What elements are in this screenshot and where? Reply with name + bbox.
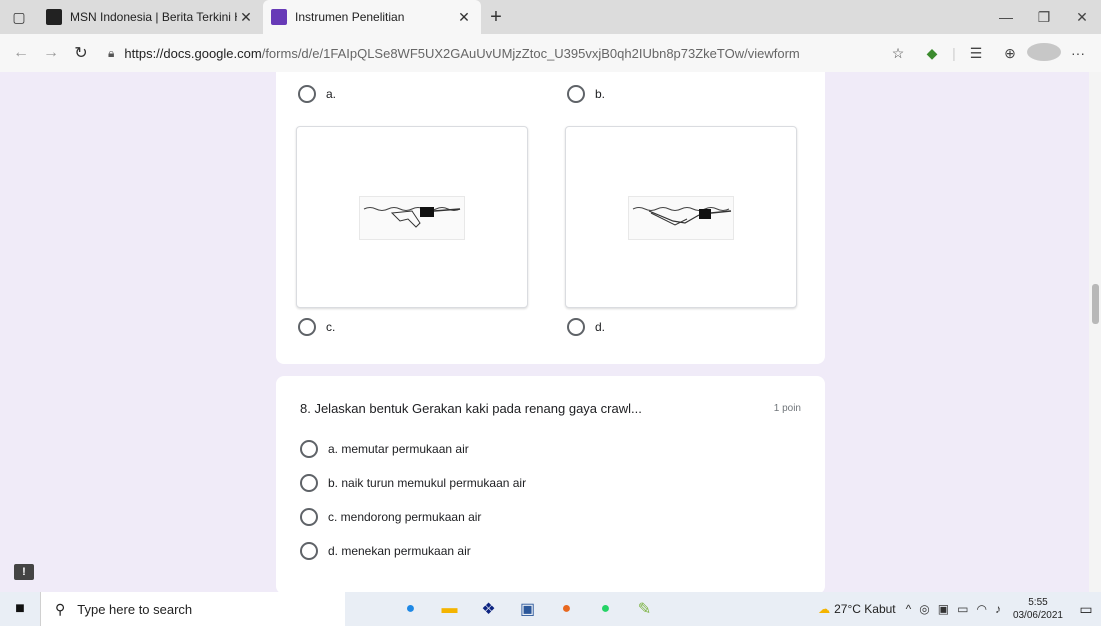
url-path: /forms/d/e/1FAIpQLSe8WF5UX2GAuUvUMjzZtoc… [261,45,800,61]
notification-icon[interactable]: ▭ [1071,601,1101,618]
taskbar: ■ ⚲ Type here to search ● ▬ ❖ ▣ ● ● ✎ ☁ … [0,592,1101,626]
option-label: c. [326,320,336,334]
browser-tools: ☆ ◆ | ☰ ⊕ ··· [881,42,1095,64]
divider: | [952,45,956,61]
radio-button[interactable] [567,85,585,103]
image-box-c [296,126,528,308]
option-a[interactable]: a. [298,85,336,103]
tab-actions-icon[interactable]: ▢ [0,0,38,34]
msn-icon [46,9,62,25]
more-icon[interactable]: ··· [1061,45,1095,61]
option-label: a. memutar permukaan air [328,442,469,456]
whatsapp-icon[interactable]: ● [586,600,625,618]
option-a[interactable]: a. memutar permukaan air [300,440,469,458]
option-label: b. [595,87,606,101]
clock[interactable]: 5:55 03/06/2021 [1013,596,1063,622]
option-b[interactable]: b. [567,85,605,103]
radio-button[interactable] [567,318,585,336]
word-icon[interactable]: ▣ [508,599,547,619]
paint-icon[interactable]: ✎ [625,599,664,619]
onedrive-icon[interactable]: ▣ [938,602,949,616]
option-label: d. [595,320,606,334]
page-viewport: a. b. c. d. 8. Jelaskan bentuk Gerakan k… [0,72,1101,592]
windows-start-icon[interactable]: ■ [0,600,40,618]
battery-icon[interactable]: ▭ [957,602,968,616]
radio-button[interactable] [300,474,318,492]
radio-button[interactable] [298,85,316,103]
browser-window: ▢ MSN Indonesia | Berita Terkini H ✕ Ins… [0,0,1101,626]
option-label: d. menekan permukaan air [328,544,471,558]
swimmer-image [359,196,465,240]
forms-icon [271,9,287,25]
wifi-icon[interactable]: ◠ [976,602,986,616]
meet-icon[interactable]: ◎ [919,602,929,616]
swimmer-image [628,196,734,240]
favorite-add-icon[interactable]: ☆ [881,45,915,62]
refresh-icon[interactable]: ↻ [66,43,96,63]
scrollbar[interactable] [1089,72,1101,592]
option-d[interactable]: d. [567,318,605,336]
option-b[interactable]: b. naik turun memukul permukaan air [300,474,526,492]
avatar [1027,42,1061,61]
tab-title: Instrumen Penelitian [295,10,405,24]
lock-icon: 🔒︎ [108,45,115,60]
question-8-card: 8. Jelaskan bentuk Gerakan kaki pada ren… [276,376,825,592]
address-bar: ← → ↻ 🔒︎ https://docs.google.com/forms/d… [0,34,1101,72]
close-tab-icon[interactable]: ✕ [455,9,473,26]
radio-button[interactable] [300,508,318,526]
tab-bar: ▢ MSN Indonesia | Berita Terkini H ✕ Ins… [0,0,1101,34]
option-label: c. mendorong permukaan air [328,510,482,524]
new-tab-button[interactable]: + [481,0,511,34]
close-window-icon[interactable]: ✕ [1063,0,1101,34]
scrollbar-thumb[interactable] [1092,284,1099,324]
option-label: a. [326,87,337,101]
weather-text[interactable]: 27°C Kabut [834,602,896,616]
radio-button[interactable] [300,440,318,458]
profile-avatar[interactable] [1027,42,1061,64]
option-c[interactable]: c. [298,318,335,336]
radio-button[interactable] [298,318,316,336]
dropbox-icon[interactable]: ❖ [469,599,508,619]
tab-msn[interactable]: MSN Indonesia | Berita Terkini H ✕ [38,0,263,34]
option-d[interactable]: d. menekan permukaan air [300,542,471,560]
volume-icon[interactable]: ♪ [995,602,1001,616]
image-box-d [565,126,797,308]
extension-icon[interactable]: ◆ [915,45,949,62]
system-tray: ☁ 27°C Kabut ^ ◎ ▣ ▭ ◠ ♪ 5:55 03/06/2021… [814,592,1101,626]
feedback-icon[interactable]: ! [14,564,34,580]
file-explorer-icon[interactable]: ▬ [430,600,469,618]
taskbar-apps: ● ▬ ❖ ▣ ● ● ✎ [391,599,664,619]
question-7-card: a. b. c. d. [276,72,825,364]
clock-date: 03/06/2021 [1012,610,1063,621]
tab-instrumen[interactable]: Instrumen Penelitian ✕ [263,0,481,34]
collections-icon[interactable]: ⊕ [993,45,1027,62]
back-icon[interactable]: ← [6,44,36,62]
chevron-up-icon[interactable]: ^ [906,602,912,616]
favorites-icon[interactable]: ☰ [959,45,993,62]
edge-icon[interactable]: ● [391,600,430,618]
search-icon: ⚲ [55,600,66,617]
window-controls: — ❐ ✕ [987,0,1101,34]
firefox-icon[interactable]: ● [547,600,586,618]
clock-time: 5:55 [1028,597,1048,608]
tab-title: MSN Indonesia | Berita Terkini H [70,10,237,24]
search-placeholder: Type here to search [77,601,193,617]
points-label: 1 poin [773,403,801,414]
close-tab-icon[interactable]: ✕ [237,9,255,26]
taskbar-search[interactable]: ⚲ Type here to search [40,592,345,626]
forward-icon[interactable]: → [36,44,66,62]
url-field[interactable]: 🔒︎ https://docs.google.com/forms/d/e/1FA… [108,46,881,61]
question-title: 8. Jelaskan bentuk Gerakan kaki pada ren… [300,401,642,416]
url-host: https://docs.google.com [124,45,262,61]
radio-button[interactable] [300,542,318,560]
minimize-icon[interactable]: — [987,0,1025,34]
restore-icon[interactable]: ❐ [1025,0,1063,34]
option-c[interactable]: c. mendorong permukaan air [300,508,481,526]
weather-icon: ☁ [818,602,831,616]
option-label: b. naik turun memukul permukaan air [328,476,527,490]
